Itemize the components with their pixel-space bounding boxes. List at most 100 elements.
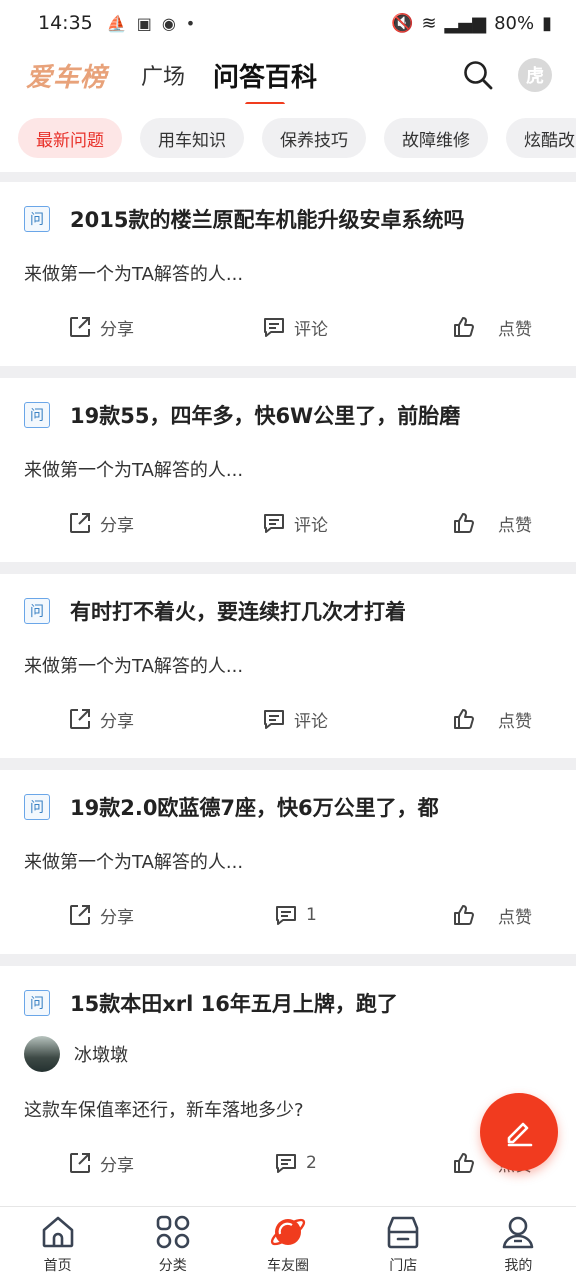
comment-icon (264, 514, 284, 533)
wifi-icon: ≋ (421, 12, 437, 34)
app-logo: 爱车榜 (26, 62, 108, 93)
compose-question-button[interactable] (480, 1093, 558, 1171)
share-button[interactable]: 分享 (68, 511, 134, 536)
gallery-icon: ▣ (136, 13, 152, 33)
share-label: 分享 (100, 319, 134, 340)
battery-icon: ▮ (542, 12, 552, 34)
share-icon (70, 317, 90, 337)
like-label: 点赞 (498, 711, 532, 732)
question-badge: 问 (24, 794, 50, 820)
like-button[interactable]: 点赞 (452, 315, 532, 340)
tab-home-label: 首页 (43, 1258, 72, 1274)
question-card[interactable]: 问 19款55，四年多，快6W公里了，前胎磨 来做第一个为TA解答的人... 分… (0, 378, 576, 562)
question-card[interactable]: 问 19款2.0欧蓝德7座，快6万公里了，都 来做第一个为TA解答的人... 分… (0, 770, 576, 954)
weibo-icon: ◉ (161, 13, 176, 33)
dot-icon: • (185, 13, 196, 33)
question-subtitle: 来做第一个为TA解答的人... (24, 460, 244, 481)
share-icon (70, 1153, 90, 1173)
question-subtitle: 来做第一个为TA解答的人... (24, 264, 244, 285)
signal-icon: ▂▄▆ (444, 12, 487, 34)
tab-car-circle[interactable]: 车友圈 (230, 1207, 345, 1280)
search-icon[interactable] (462, 59, 494, 91)
chip-repair[interactable]: 故障维修 (384, 118, 488, 158)
planet-icon (270, 1218, 306, 1246)
tab-car-circle-label: 车友圈 (267, 1258, 309, 1274)
question-subtitle: 来做第一个为TA解答的人... (24, 656, 244, 677)
status-time: 14:35 (38, 12, 93, 34)
question-title[interactable]: 15款本田xrl 16年五月上牌，跑了 (70, 988, 398, 1018)
question-title[interactable]: 19款55，四年多，快6W公里了，前胎磨 (70, 400, 460, 430)
chip-latest[interactable]: 最新问题 (18, 118, 122, 158)
comment-button[interactable]: 1 (274, 903, 317, 927)
comment-button[interactable]: 评论 (262, 511, 328, 536)
battery-percent: 80% (494, 12, 535, 34)
thumbs-up-icon (454, 513, 474, 533)
mute-icon: 🔇 (391, 12, 414, 34)
status-bar: 14:35 ⛵ ▣ ◉ • 🔇 ≋ ▂▄▆ 80% ▮ (0, 0, 576, 46)
comment-count: 1 (306, 905, 317, 925)
bottom-tab-bar: 首页 分类 车友圈 门店 我的 (0, 1206, 576, 1280)
share-label: 分享 (100, 711, 134, 732)
category-chips: 最新问题 用车知识 保养技巧 故障维修 炫酷改 (0, 104, 576, 172)
question-badge: 问 (24, 990, 50, 1016)
chip-maintenance-tips[interactable]: 保养技巧 (262, 118, 366, 158)
question-badge: 问 (24, 206, 50, 232)
tab-qa-encyclopedia[interactable]: 问答百科 (213, 57, 317, 94)
question-title[interactable]: 2015款的楼兰原配车机能升级安卓系统吗 (70, 204, 464, 234)
grid-icon (156, 1215, 190, 1249)
answer-author[interactable]: 冰墩墩 (24, 1018, 552, 1072)
share-button[interactable]: 分享 (68, 707, 134, 732)
thumbs-up-icon (454, 317, 474, 337)
comment-label: 评论 (294, 711, 328, 732)
comment-icon (276, 906, 296, 925)
share-icon (70, 513, 90, 533)
like-button[interactable]: 点赞 (452, 511, 532, 536)
tab-mine-label: 我的 (504, 1258, 533, 1274)
question-title[interactable]: 有时打不着火，要连续打几次才打着 (70, 596, 406, 626)
share-button[interactable]: 分享 (68, 903, 134, 928)
chip-car-knowledge[interactable]: 用车知识 (140, 118, 244, 158)
tab-mine[interactable]: 我的 (461, 1207, 576, 1280)
thumbs-up-icon (454, 905, 474, 925)
question-card[interactable]: 问 2015款的楼兰原配车机能升级安卓系统吗 来做第一个为TA解答的人... 分… (0, 182, 576, 366)
like-label: 点赞 (498, 319, 532, 340)
thumbs-up-icon (454, 1153, 474, 1173)
comment-icon (264, 318, 284, 337)
tab-home[interactable]: 首页 (0, 1207, 115, 1280)
profile-icon (503, 1216, 534, 1249)
user-avatar[interactable]: 虎 (518, 58, 552, 92)
comment-icon (276, 1154, 296, 1173)
tab-category-label: 分类 (158, 1258, 187, 1274)
status-right: 🔇 ≋ ▂▄▆ 80% ▮ (391, 13, 552, 34)
like-label: 点赞 (498, 515, 532, 536)
share-icon (70, 709, 90, 729)
like-label: 点赞 (498, 907, 532, 928)
tab-store[interactable]: 门店 (346, 1207, 461, 1280)
like-button[interactable]: 点赞 (452, 707, 532, 732)
tab-store-label: 门店 (389, 1258, 418, 1274)
tab-category[interactable]: 分类 (115, 1207, 230, 1280)
status-notification-icons: ⛵ ▣ ◉ • (107, 14, 195, 33)
comment-button[interactable]: 评论 (262, 315, 328, 340)
question-card[interactable]: 问 15款本田xrl 16年五月上牌，跑了 冰墩墩 这款车保值率还行，新车落地多… (0, 966, 576, 1226)
question-title[interactable]: 19款2.0欧蓝德7座，快6万公里了，都 (70, 792, 439, 822)
comment-button[interactable]: 2 (274, 1151, 317, 1175)
chip-modification[interactable]: 炫酷改 (506, 118, 576, 158)
tab-square[interactable]: 广场 (141, 59, 185, 91)
question-badge: 问 (24, 598, 50, 624)
share-label: 分享 (100, 907, 134, 928)
comment-count: 2 (306, 1153, 317, 1173)
question-card[interactable]: 问 有时打不着火，要连续打几次才打着 来做第一个为TA解答的人... 分享 评论… (0, 574, 576, 758)
comment-label: 评论 (294, 319, 328, 340)
share-icon (70, 905, 90, 925)
author-name[interactable]: 冰墩墩 (74, 1041, 128, 1067)
like-button[interactable]: 点赞 (452, 903, 532, 928)
share-button[interactable]: 分享 (68, 1151, 134, 1176)
home-icon (42, 1216, 73, 1248)
app-header: 爱车榜 广场 问答百科 虎 (0, 46, 576, 104)
comment-button[interactable]: 评论 (262, 707, 328, 732)
question-subtitle: 来做第一个为TA解答的人... (24, 852, 244, 873)
answer-text: 这款车保值率还行，新车落地多少? (24, 1100, 304, 1121)
share-button[interactable]: 分享 (68, 315, 134, 340)
author-avatar[interactable] (24, 1036, 60, 1072)
